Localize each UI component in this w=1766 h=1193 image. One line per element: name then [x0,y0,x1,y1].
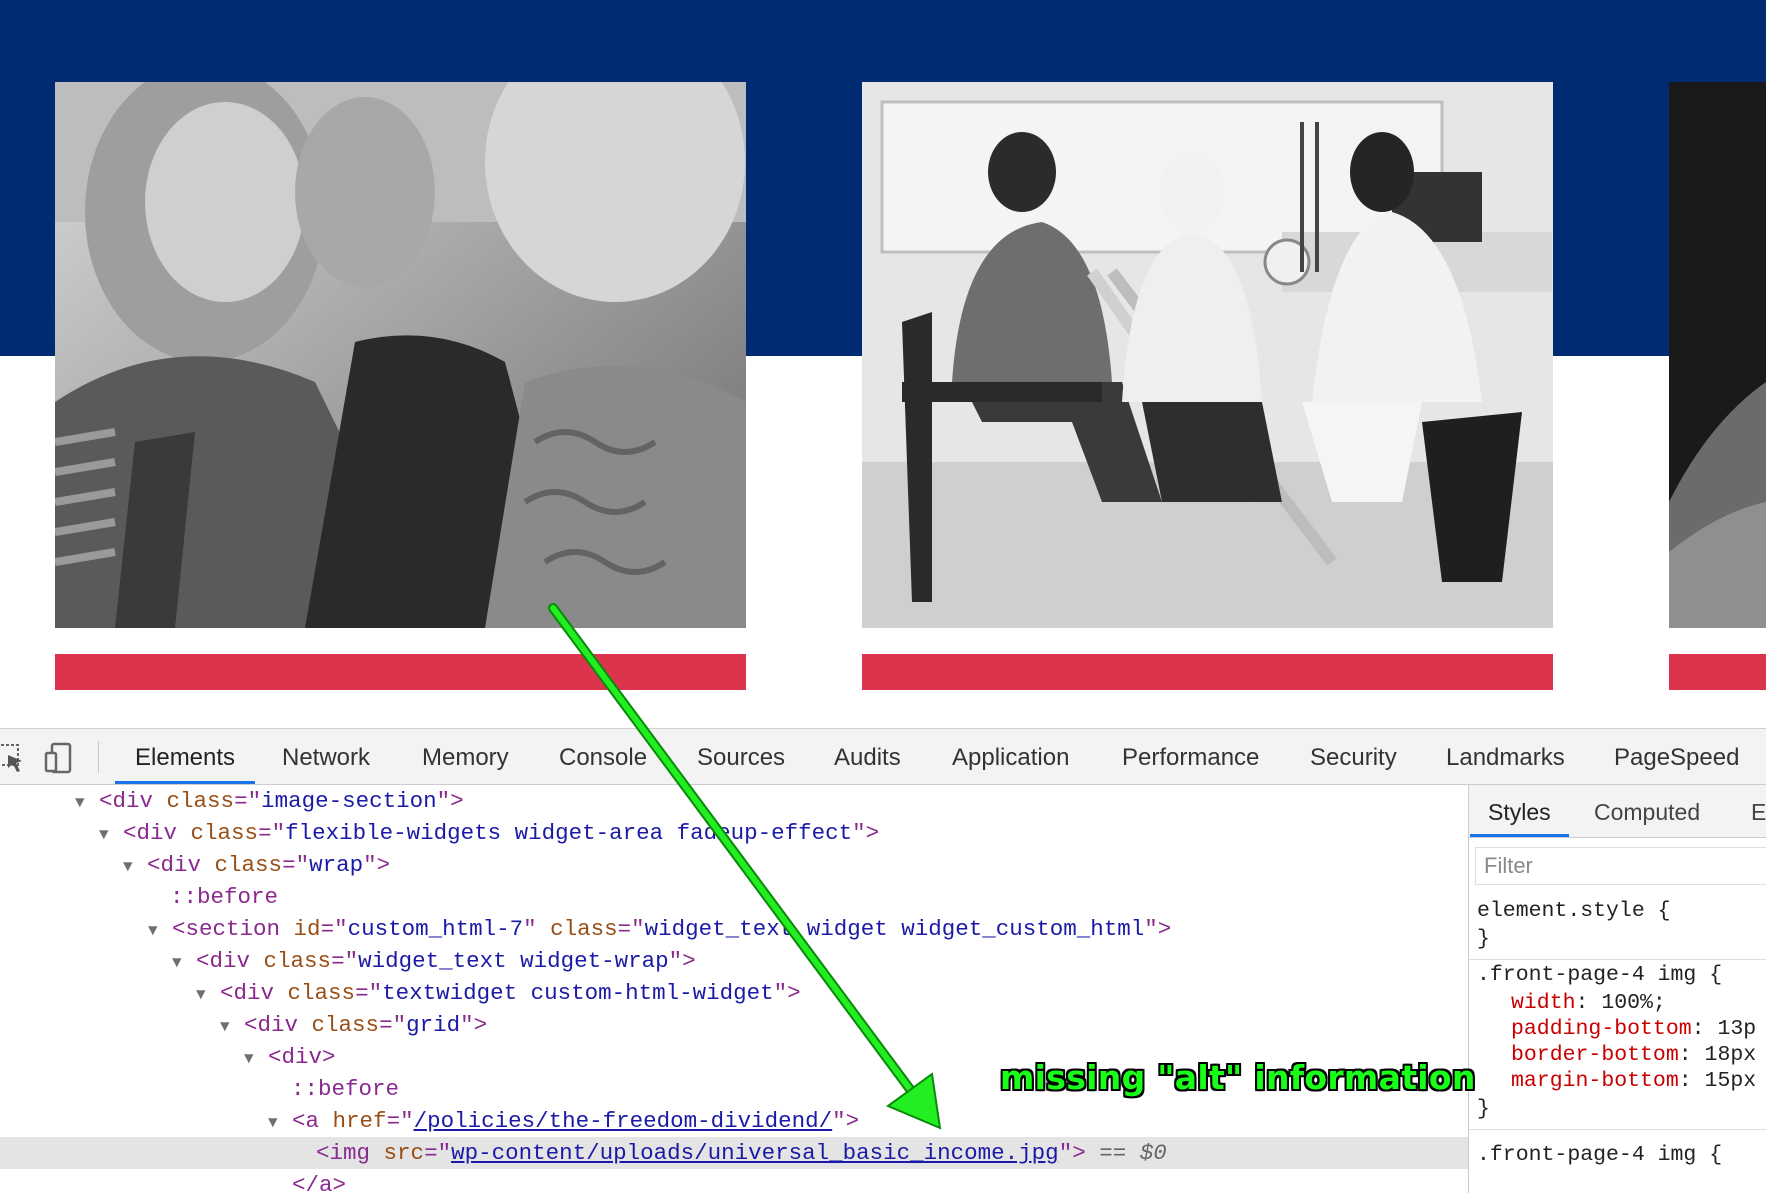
css-prop-width[interactable]: width: 100%; [1477,989,1666,1017]
tab-sources[interactable]: Sources [697,729,785,784]
devtools-panel: Elements Network Memory Console Sources … [0,728,1766,1193]
tab-network[interactable]: Network [282,729,370,784]
dom-node-before-pseudo[interactable]: ::before [0,881,1468,913]
tab-application[interactable]: Application [952,729,1069,784]
dom-node-img-selected[interactable]: <img src="wp-content/uploads/universal_b… [0,1137,1468,1169]
rule-separator [1469,959,1766,960]
rule-front-page-img-close: } [1477,1097,1490,1121]
styles-sidebar: Styles Computed E Filter element.style {… [1468,785,1766,1193]
css-prop-border-bottom[interactable]: border-bottom: 18px [1477,1041,1756,1069]
css-prop-margin-bottom[interactable]: margin-bottom: 15px [1477,1067,1756,1095]
red-accent-bar-3 [1669,654,1766,690]
rule-front-page-img-selector[interactable]: .front-page-4 img { [1477,961,1722,989]
tab-event-listeners[interactable]: E [1751,785,1766,837]
dom-node-textwidget[interactable]: ▼ <div class="textwidget custom-html-widg… [0,977,1468,1009]
css-prop-padding-bottom[interactable]: padding-bottom: 13p [1477,1015,1756,1043]
styles-filter-input[interactable]: Filter [1475,847,1766,885]
tab-audits[interactable]: Audits [834,729,901,784]
expand-triangle-icon[interactable]: ▼ [244,1043,268,1075]
photo-clinic-visit[interactable] [862,82,1553,628]
tab-memory[interactable]: Memory [422,729,509,784]
dom-node-wrap[interactable]: ▼ <div class="wrap"> [0,849,1468,881]
dom-node-anchor-freedom-dividend[interactable]: ▼ <a href="/policies/the-freedom-dividend… [0,1105,1468,1137]
device-toolbar-icon[interactable] [42,741,76,775]
expand-triangle-icon[interactable]: ▼ [196,979,220,1011]
href-link[interactable]: /policies/the-freedom-dividend/ [414,1108,833,1134]
photo-partial-third-image [1669,82,1766,628]
elements-dom-tree[interactable]: ▼ <div class="image-section"> ▼ <div class… [0,785,1468,1193]
src-link[interactable]: wp-content/uploads/universal_basic_incom… [451,1140,1059,1166]
dom-node-grid[interactable]: ▼ <div class="grid"> [0,1009,1468,1041]
expand-triangle-icon[interactable]: ▼ [99,819,123,851]
rule-front-page-img-selector-2[interactable]: .front-page-4 img { [1477,1141,1722,1169]
dom-node-section-custom-html[interactable]: ▼ <section id="custom_html-7" class="widg… [0,913,1468,945]
website-viewport [0,0,1766,728]
annotation-missing-alt-label: missing "alt" information [1000,1058,1476,1097]
red-accent-bar-2 [862,654,1553,690]
rule-element-style-selector[interactable]: element.style { [1477,897,1671,925]
styles-tab-bar: Styles Computed E [1469,785,1766,838]
rule-element-style-close: } [1477,927,1490,951]
dom-node-image-section[interactable]: ▼ <div class="image-section"> [0,785,1468,817]
tab-computed[interactable]: Computed [1594,785,1700,837]
photo-family-selfie[interactable] [55,82,746,628]
expand-triangle-icon[interactable]: ▼ [75,787,99,819]
dom-node-anchor-close[interactable]: </a> [0,1169,1468,1193]
selected-node-marker: == $0 [1099,1140,1167,1166]
devtools-tab-bar: Elements Network Memory Console Sources … [0,729,1766,785]
expand-triangle-icon[interactable]: ▼ [148,915,172,947]
photo-partial-third[interactable] [1669,82,1766,628]
toolbar-separator [98,741,99,773]
tab-performance[interactable]: Performance [1122,729,1259,784]
tab-styles[interactable]: Styles [1470,785,1569,837]
expand-triangle-icon[interactable]: ▼ [220,1011,244,1043]
rule-separator [1469,1129,1766,1130]
photo-clinic-visit-image [862,82,1553,628]
dom-node-widget-wrap[interactable]: ▼ <div class="widget_text widget-wrap"> [0,945,1468,977]
expand-triangle-icon[interactable]: ▼ [123,851,147,883]
red-accent-bar-1 [55,654,746,690]
dom-node-flexible-widgets[interactable]: ▼ <div class="flexible-widgets widget-are… [0,817,1468,849]
tab-security[interactable]: Security [1310,729,1397,784]
expand-triangle-icon[interactable]: ▼ [268,1107,292,1139]
photo-family-selfie-image [55,82,746,628]
tab-pagespeed[interactable]: PageSpeed [1614,729,1739,784]
expand-triangle-icon[interactable]: ▼ [172,947,196,979]
tab-console[interactable]: Console [559,729,647,784]
tab-landmarks[interactable]: Landmarks [1446,729,1565,784]
inspect-element-icon[interactable] [0,741,28,775]
tab-elements[interactable]: Elements [114,729,256,784]
